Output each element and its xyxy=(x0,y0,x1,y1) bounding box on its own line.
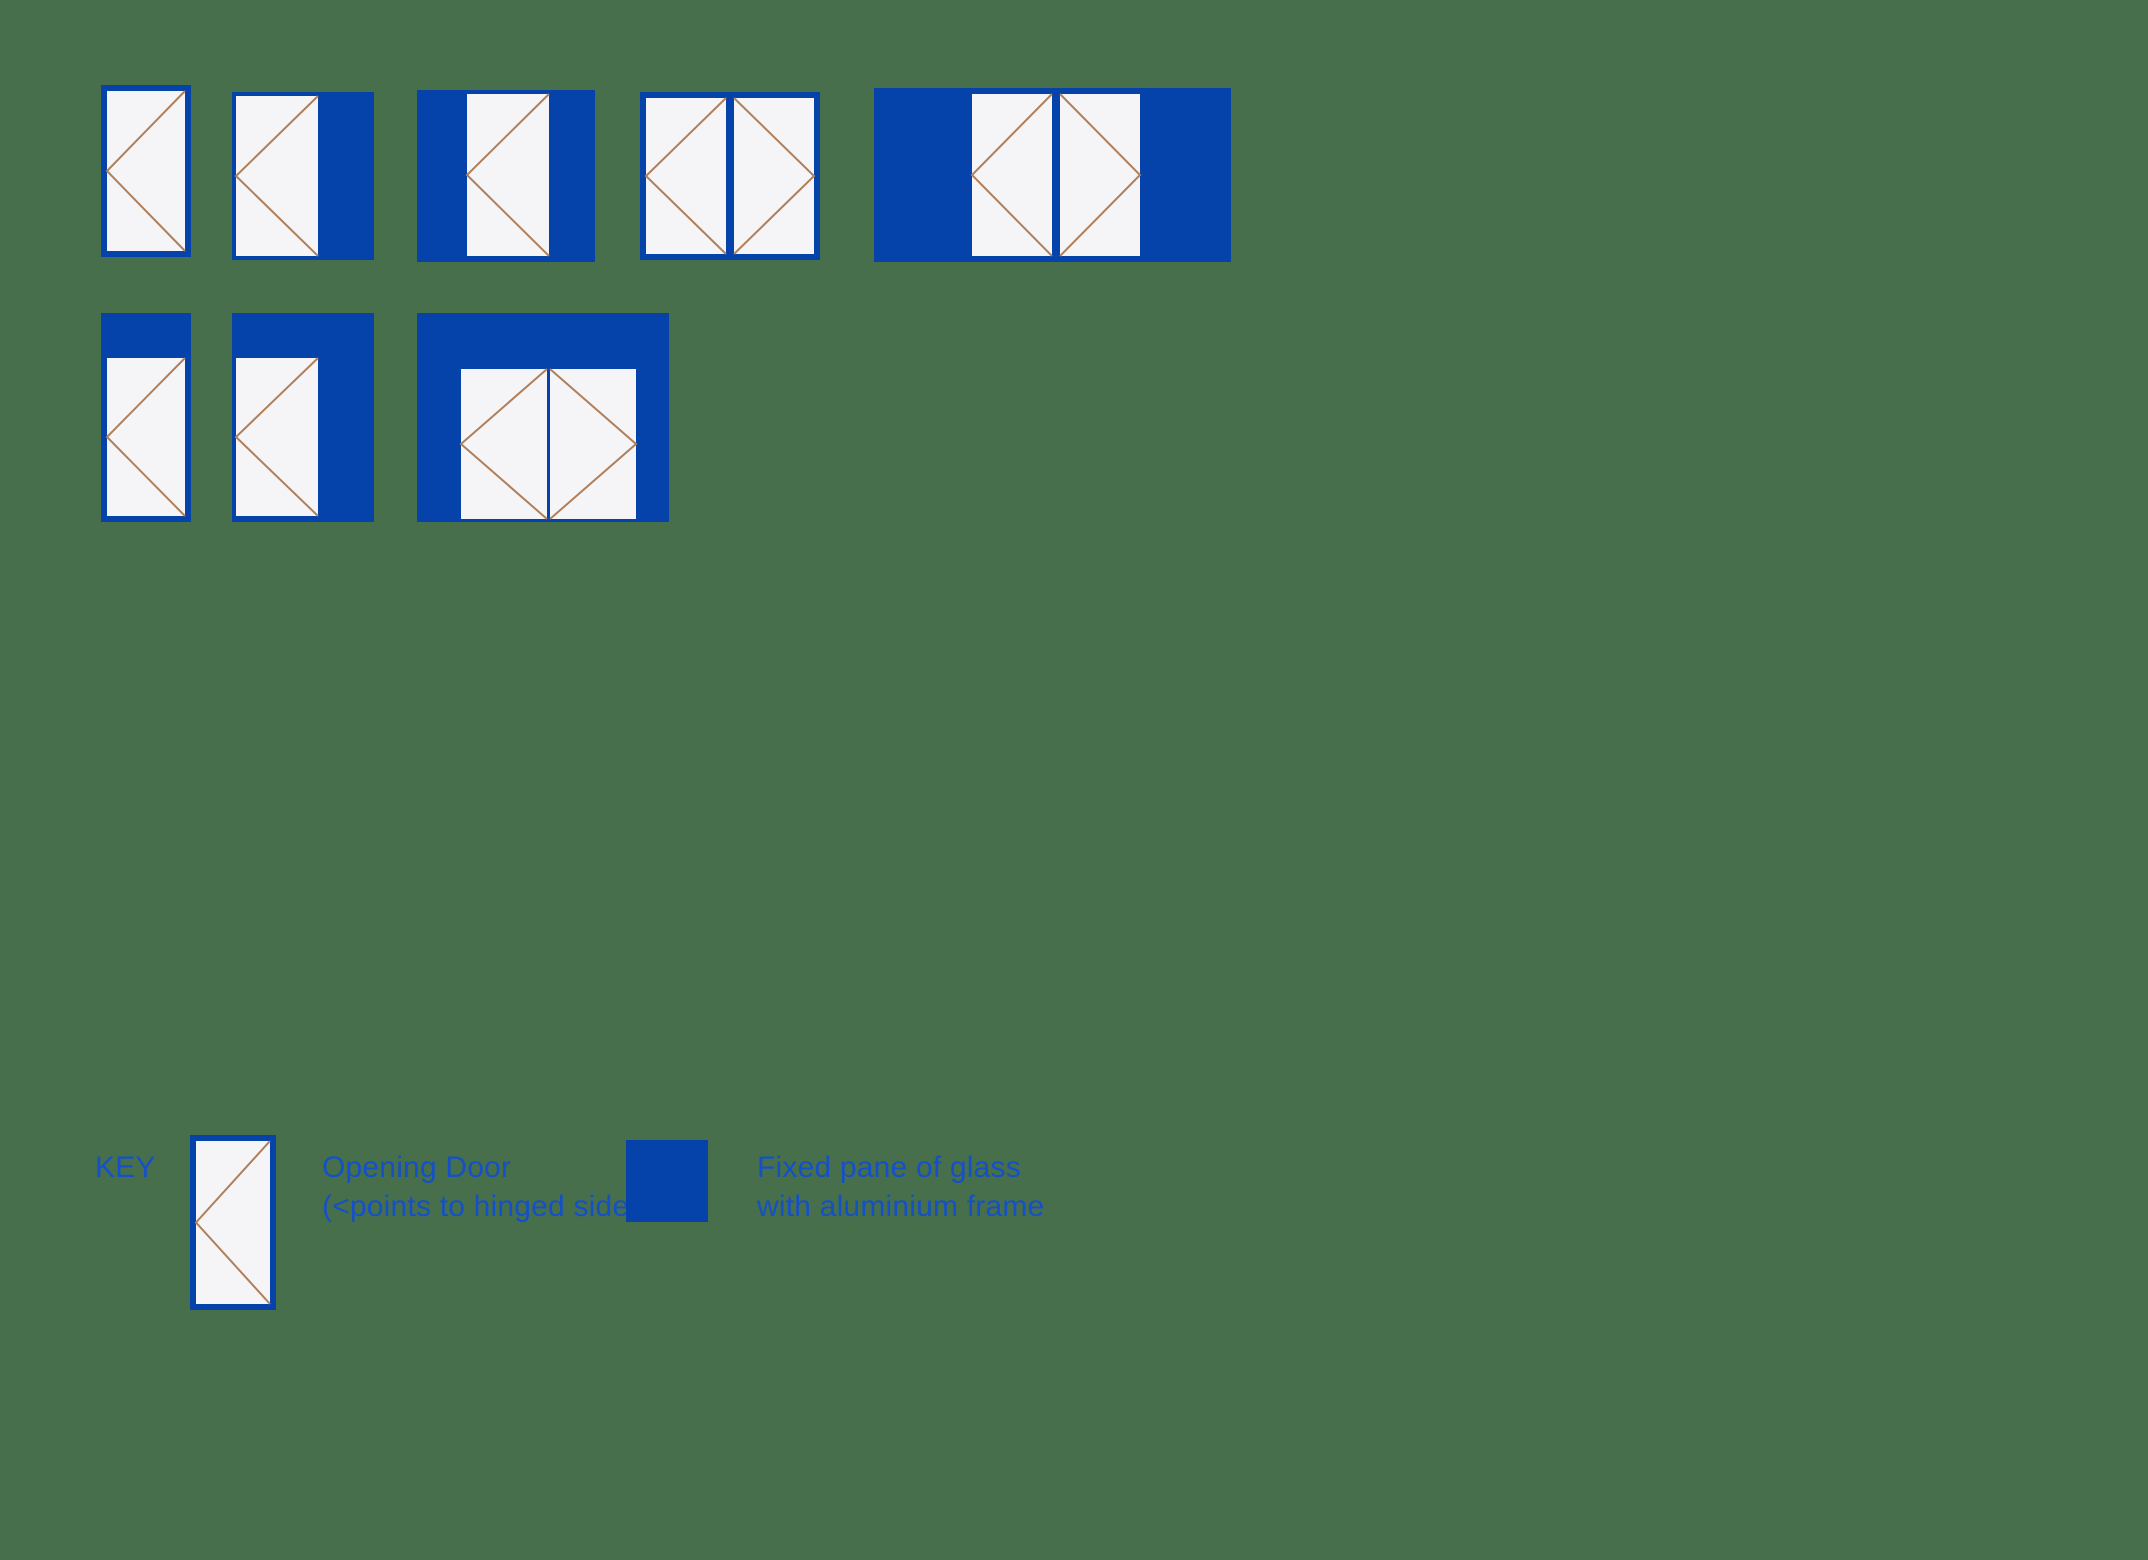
door-glass xyxy=(646,98,726,254)
configuration-single-door[interactable] xyxy=(101,85,191,257)
fixed-pane xyxy=(232,313,374,358)
door-glass xyxy=(107,358,185,516)
door-glass xyxy=(236,96,318,256)
fixed-pane xyxy=(417,313,669,369)
key-opening-door-label: Opening Door (<points to hinged side) xyxy=(322,1151,640,1223)
door-glass xyxy=(461,369,547,519)
door-leaf[interactable] xyxy=(970,93,1053,257)
door-leaf[interactable] xyxy=(733,97,816,255)
door-leaf[interactable] xyxy=(549,368,638,520)
configuration-single-door-with-transom-and-side-fixed-pane[interactable] xyxy=(232,313,374,522)
door-glass xyxy=(1060,94,1140,256)
door-glass xyxy=(550,369,636,519)
fixed-pane xyxy=(318,358,374,522)
fixed-pane xyxy=(636,369,669,522)
fixed-pane xyxy=(626,1140,708,1222)
configuration-single-door-centred-between-two-fixed-panes[interactable] xyxy=(417,90,595,262)
door-glass xyxy=(972,94,1052,256)
configuration-double-door-between-two-fixed-panes[interactable] xyxy=(874,88,1231,262)
door-leaf[interactable] xyxy=(465,93,550,257)
door-leaf[interactable] xyxy=(105,90,186,252)
configuration-double-door[interactable] xyxy=(640,92,820,260)
door-glass xyxy=(196,1141,270,1304)
fixed-pane xyxy=(101,313,191,358)
diagram-canvas: KEY Opening Door (<points to hinged side)… xyxy=(0,0,2148,1560)
configuration-single-door-with-transom[interactable] xyxy=(101,313,191,522)
door-leaf[interactable] xyxy=(234,357,319,517)
key-fixed-pane-swatch xyxy=(626,1140,708,1222)
door-glass xyxy=(107,91,185,251)
door-glass xyxy=(236,358,318,516)
door-glass xyxy=(467,94,549,256)
door-leaf[interactable] xyxy=(194,1140,271,1305)
fixed-pane xyxy=(318,92,374,260)
key-opening-door-swatch xyxy=(190,1135,276,1310)
door-leaf[interactable] xyxy=(644,97,727,255)
fixed-pane xyxy=(874,88,972,262)
fixed-pane xyxy=(549,90,595,262)
door-leaf[interactable] xyxy=(234,95,319,257)
door-leaf[interactable] xyxy=(459,368,548,520)
fixed-pane xyxy=(417,90,467,262)
configuration-single-door-with-side-fixed-pane[interactable] xyxy=(232,92,374,260)
key-heading: KEY xyxy=(95,1151,156,1184)
fixed-pane xyxy=(1140,88,1231,262)
key-fixed-pane-label: Fixed pane of glass with aluminium frame xyxy=(757,1151,1045,1223)
door-leaf[interactable] xyxy=(105,357,186,517)
fixed-pane xyxy=(417,369,461,522)
door-leaf[interactable] xyxy=(1059,93,1142,257)
door-glass xyxy=(734,98,814,254)
configuration-double-door-with-transom-and-side-fixed-panes[interactable] xyxy=(417,313,669,522)
